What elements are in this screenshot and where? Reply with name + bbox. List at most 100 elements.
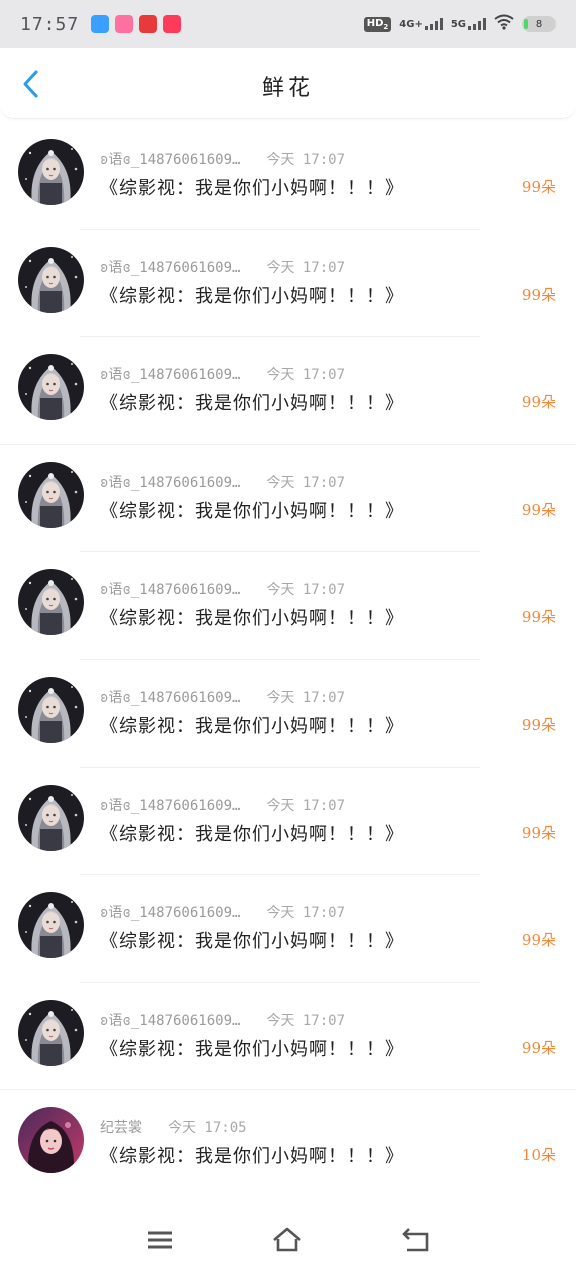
wifi-icon bbox=[494, 14, 514, 34]
system-back-button[interactable] bbox=[401, 1226, 431, 1254]
timestamp: 今天 17:07 bbox=[266, 797, 346, 814]
avatar-image bbox=[18, 569, 84, 636]
notification-apps bbox=[91, 15, 182, 33]
avatar[interactable] bbox=[18, 569, 84, 636]
book-title: 《综影视：我是你们小妈啊！！！》 bbox=[100, 393, 404, 415]
avatar[interactable] bbox=[18, 999, 84, 1066]
book-title: 《综影视：我是你们小妈啊！！！》 bbox=[100, 1146, 404, 1168]
sender-name: ʚ语ɞ_14876061609… bbox=[100, 797, 241, 814]
sender-name: ʚ语ɞ_14876061609… bbox=[100, 367, 241, 384]
flower-count: 10朵 bbox=[521, 1146, 556, 1165]
avatar[interactable] bbox=[18, 354, 84, 421]
list-item[interactable]: ʚ语ɞ_14876061609… 今天 17:07 《综影视：我是你们小妈啊！！！… bbox=[0, 230, 576, 338]
book-title: 《综影视：我是你们小妈啊！！！》 bbox=[100, 715, 404, 737]
timestamp: 今天 17:07 bbox=[266, 689, 346, 706]
sender-meta: ʚ语ɞ_14876061609… 今天 17:07 bbox=[100, 472, 345, 492]
back-icon bbox=[402, 1228, 429, 1252]
flower-count: 99朵 bbox=[521, 823, 556, 842]
book-title: 《综影视：我是你们小妈啊！！！》 bbox=[100, 823, 404, 845]
page-title: 鲜花 bbox=[261, 76, 314, 101]
avatar[interactable] bbox=[18, 461, 84, 528]
flower-count: 99朵 bbox=[521, 500, 556, 519]
avatar[interactable] bbox=[18, 139, 84, 205]
avatar-image bbox=[18, 676, 84, 743]
battery-level: 8 bbox=[535, 18, 543, 30]
book-title: 《综影视：我是你们小妈啊！！！》 bbox=[100, 608, 404, 630]
list-item[interactable]: ʚ语ɞ_14876061609… 今天 17:07 《综影视：我是你们小妈啊！！！… bbox=[0, 660, 576, 768]
list-item[interactable]: ʚ语ɞ_14876061609… 今天 17:07 《综影视：我是你们小妈啊！！！… bbox=[0, 337, 576, 445]
book-title: 《综影视：我是你们小妈啊！！！》 bbox=[100, 500, 404, 522]
list-item[interactable]: ʚ语ɞ_14876061609… 今天 17:07 《综影视：我是你们小妈啊！！！… bbox=[0, 552, 576, 660]
timestamp: 今天 17:07 bbox=[266, 1012, 346, 1029]
list-item[interactable]: 纪芸裳 今天 17:05 《综影视：我是你们小妈啊！！！》 10朵 bbox=[0, 1090, 576, 1198]
flower-list[interactable]: ʚ语ɞ_14876061609… 今天 17:07 《综影视：我是你们小妈啊！！！… bbox=[0, 122, 576, 1198]
sender-meta: ʚ语ɞ_14876061609… 今天 17:07 bbox=[100, 257, 345, 277]
sender-meta: ʚ语ɞ_14876061609… 今天 17:07 bbox=[100, 149, 345, 169]
list-item[interactable]: ʚ语ɞ_14876061609… 今天 17:07 《综影视：我是你们小妈啊！！！… bbox=[0, 768, 576, 876]
status-time: 17:57 bbox=[20, 13, 80, 35]
signal-bars-icon bbox=[468, 18, 486, 30]
flower-count: 99朵 bbox=[521, 285, 556, 304]
menu-icon bbox=[148, 1231, 172, 1249]
signal-5g: 5G bbox=[451, 18, 486, 30]
home-button[interactable] bbox=[272, 1226, 302, 1254]
list-item[interactable]: ʚ语ɞ_14876061609… 今天 17:07 《综影视：我是你们小妈啊！！！… bbox=[0, 875, 576, 983]
signal-bars-icon bbox=[424, 18, 443, 30]
book-title: 《综影视：我是你们小妈啊！！！》 bbox=[100, 178, 404, 199]
navigation-bar bbox=[0, 1196, 576, 1280]
status-indicators: HD2 4G+ 5G 8 bbox=[363, 14, 556, 34]
sender-meta: ʚ语ɞ_14876061609… 今天 17:07 bbox=[100, 1010, 345, 1030]
app-red-icon bbox=[139, 15, 158, 33]
network-5g-label: 5G bbox=[450, 19, 466, 30]
sender-meta: ʚ语ɞ_14876061609… 今天 17:07 bbox=[100, 364, 345, 384]
sender-meta: 纪芸裳 今天 17:05 bbox=[100, 1117, 247, 1137]
flower-count: 99朵 bbox=[521, 393, 556, 412]
avatar-image bbox=[18, 999, 84, 1066]
hd-badge: HD2 bbox=[363, 16, 392, 32]
app-shop-icon bbox=[163, 15, 182, 33]
list-item[interactable]: ʚ语ɞ_14876061609… 今天 17:07 《综影视：我是你们小妈啊！！！… bbox=[0, 445, 576, 553]
avatar-image bbox=[18, 461, 84, 528]
sender-name: ʚ语ɞ_14876061609… bbox=[100, 474, 241, 491]
sender-meta: ʚ语ɞ_14876061609… 今天 17:07 bbox=[100, 902, 345, 922]
home-icon bbox=[273, 1227, 301, 1252]
avatar[interactable] bbox=[18, 1107, 84, 1174]
avatar-image bbox=[18, 139, 84, 205]
timestamp: 今天 17:07 bbox=[266, 582, 346, 599]
book-title: 《综影视：我是你们小妈啊！！！》 bbox=[100, 931, 404, 953]
sender-meta: ʚ语ɞ_14876061609… 今天 17:07 bbox=[100, 795, 345, 815]
network-4g-label: 4G+ bbox=[399, 19, 423, 30]
avatar-image bbox=[18, 892, 84, 959]
status-bar: 17:57 HD2 4G+ 5G 8 bbox=[0, 0, 576, 48]
list-item[interactable]: ʚ语ɞ_14876061609… 今天 17:07 《综影视：我是你们小妈啊！！！… bbox=[0, 122, 576, 230]
sender-name: ʚ语ɞ_14876061609… bbox=[100, 905, 241, 922]
avatar[interactable] bbox=[18, 892, 84, 959]
menu-button[interactable] bbox=[145, 1226, 175, 1254]
avatar[interactable] bbox=[18, 784, 84, 851]
avatar-image bbox=[18, 354, 84, 421]
sender-name: ʚ语ɞ_14876061609… bbox=[100, 152, 241, 168]
sender-name: ʚ语ɞ_14876061609… bbox=[100, 582, 241, 599]
timestamp: 今天 17:07 bbox=[266, 152, 346, 168]
avatar[interactable] bbox=[18, 246, 84, 313]
flower-count: 99朵 bbox=[521, 931, 556, 950]
book-title: 《综影视：我是你们小妈啊！！！》 bbox=[100, 285, 404, 307]
flower-count: 99朵 bbox=[521, 1038, 556, 1057]
app-pink-icon bbox=[115, 15, 134, 33]
flower-count: 99朵 bbox=[521, 178, 556, 196]
sender-meta: ʚ语ɞ_14876061609… 今天 17:07 bbox=[100, 687, 345, 707]
sender-name: 纪芸裳 bbox=[100, 1120, 142, 1137]
signal-4g: 4G+ bbox=[399, 18, 443, 30]
timestamp: 今天 17:07 bbox=[266, 905, 346, 922]
list-item[interactable]: ʚ语ɞ_14876061609… 今天 17:07 《综影视：我是你们小妈啊！！！… bbox=[0, 983, 576, 1091]
timestamp: 今天 17:07 bbox=[266, 259, 346, 276]
avatar-image bbox=[18, 784, 84, 851]
flower-count: 99朵 bbox=[521, 715, 556, 734]
avatar-image bbox=[18, 246, 84, 313]
sender-name: ʚ语ɞ_14876061609… bbox=[100, 259, 241, 276]
timestamp: 今天 17:07 bbox=[266, 367, 346, 384]
book-title: 《综影视：我是你们小妈啊！！！》 bbox=[100, 1038, 404, 1060]
app-blue-icon bbox=[91, 15, 110, 33]
header: 鲜花 bbox=[0, 48, 576, 119]
avatar[interactable] bbox=[18, 676, 84, 743]
